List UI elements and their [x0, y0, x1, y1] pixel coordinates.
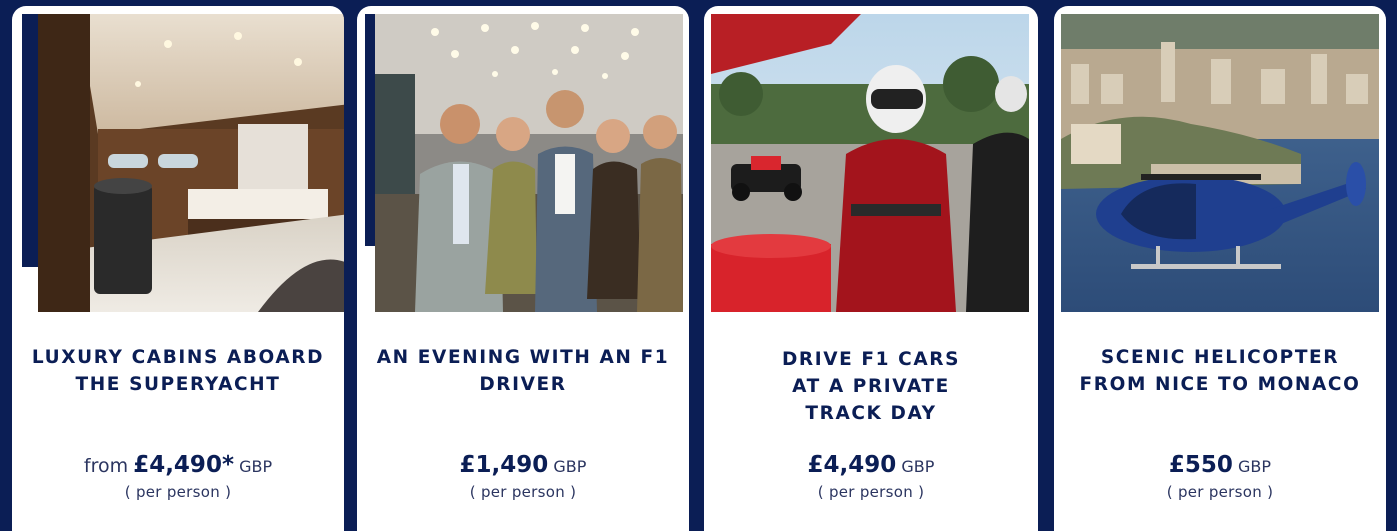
price-amount: £4,490*	[133, 452, 234, 478]
price-currency: GBP	[239, 457, 273, 476]
group-with-f1-driver-photo[interactable]	[375, 14, 683, 312]
card-title-line: DRIVER	[479, 374, 567, 395]
experience-card-scenic-helicopter[interactable]: SCENIC HELICOPTER FROM NICE TO MONACO £5…	[1054, 6, 1386, 531]
card-title-line: TRACK DAY	[805, 403, 937, 424]
card-title-line: DRIVE F1 CARS	[781, 349, 961, 370]
card-title: SCENIC HELICOPTER FROM NICE TO MONACO	[1054, 344, 1386, 398]
price-currency: GBP	[553, 457, 587, 476]
price-amount: £550	[1168, 452, 1233, 478]
price-amount: £4,490	[807, 452, 897, 478]
price-amount: £1,490	[459, 452, 549, 478]
experience-cards-strip: LUXURY CABINS ABOARD THE SUPERYACHT from…	[0, 0, 1397, 531]
yacht-cabin-photo[interactable]	[38, 14, 344, 312]
per-person-note: ( per person )	[817, 483, 925, 501]
experience-card-luxury-cabins[interactable]: LUXURY CABINS ABOARD THE SUPERYACHT from…	[12, 6, 344, 531]
price-line: £4,490 GBP	[704, 452, 1038, 478]
per-person-note: ( per person )	[124, 483, 232, 501]
price-currency: GBP	[901, 457, 935, 476]
per-person-note: ( per person )	[1166, 483, 1274, 501]
card-title-line: THE SUPERYACHT	[75, 374, 281, 395]
card-title-line: AT A PRIVATE	[792, 376, 950, 397]
card-title: LUXURY CABINS ABOARD THE SUPERYACHT	[12, 344, 344, 398]
per-person-note: ( per person )	[469, 483, 577, 501]
card-title-line: SCENIC HELICOPTER	[1100, 347, 1340, 368]
price-currency: GBP	[1238, 457, 1272, 476]
card-title-line: FROM NICE TO MONACO	[1079, 374, 1361, 395]
card-title: AN EVENING WITH AN F1 DRIVER	[357, 344, 689, 398]
price-line: from £4,490* GBP	[12, 452, 344, 478]
helicopter-over-monaco-photo[interactable]	[1061, 14, 1379, 312]
card-title-line: LUXURY CABINS ABOARD	[31, 347, 325, 368]
price-line: £550 GBP	[1054, 452, 1386, 478]
price-prefix: from	[83, 455, 129, 477]
card-title-line: AN EVENING WITH AN F1	[376, 347, 670, 368]
card-title: DRIVE F1 CARS AT A PRIVATE TRACK DAY	[704, 346, 1038, 427]
experience-card-f1-track-day[interactable]: DRIVE F1 CARS AT A PRIVATE TRACK DAY £4,…	[704, 6, 1038, 531]
f1-track-day-photo[interactable]	[711, 14, 1029, 312]
experience-card-f1-driver-evening[interactable]: AN EVENING WITH AN F1 DRIVER £1,490 GBP …	[357, 6, 689, 531]
price-line: £1,490 GBP	[357, 452, 689, 478]
